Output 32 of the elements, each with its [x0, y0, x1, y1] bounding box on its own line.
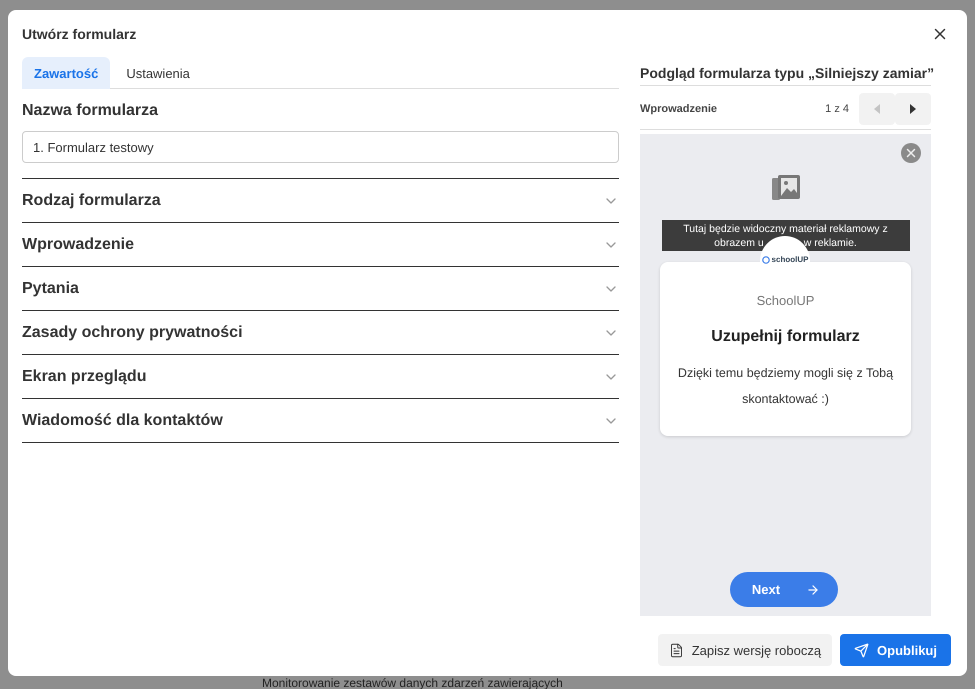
form-heading: Uzupełnij formularz — [711, 328, 860, 346]
image-icon — [770, 174, 800, 202]
next-step-button[interactable] — [895, 92, 931, 124]
form-description: Dzięki temu będziemy mogli się z Tobą skontaktować :) — [676, 365, 894, 408]
left-triangle-icon — [873, 104, 881, 114]
step-name: Wprowadzenie — [640, 102, 718, 114]
accordion-header[interactable]: Ekran przeglądu — [22, 354, 619, 398]
logo-text: schoolUP — [772, 255, 808, 264]
paper-plane-icon — [854, 642, 870, 658]
save-draft-button[interactable]: Zapisz wersję roboczą — [658, 634, 832, 666]
banner-text: Tutaj będzie widoczny materiał reklamowy z — [683, 222, 888, 236]
brand-name: SchoolUP — [756, 293, 814, 308]
tab[interactable]: Zawartość — [22, 57, 110, 89]
step-counter: 1 z 4 — [825, 102, 849, 114]
right-triangle-icon — [909, 104, 917, 114]
close-icon — [901, 143, 921, 163]
dialog-title: Utwórz formularz — [22, 26, 136, 42]
publish-button[interactable]: Opublikuj — [840, 634, 951, 666]
accordion-header[interactable]: Zasady ochrony prywatności — [22, 310, 619, 354]
logo-icon — [762, 256, 770, 264]
input-field[interactable]: 1. Formularz testowy — [22, 131, 619, 163]
document-icon — [668, 642, 684, 658]
tab[interactable]: Ustawienia — [114, 57, 202, 89]
accordion-header[interactable]: Pytania — [22, 266, 619, 310]
banner-text: obrazem u — [714, 236, 764, 250]
accordion-header[interactable]: Rodzaj formularza — [22, 178, 619, 222]
banner-text: w reklamie. — [804, 236, 857, 250]
accordion-header[interactable]: Wprowadzenie — [22, 222, 619, 266]
accordion-header[interactable]: Wiadomość dla kontaktów — [22, 398, 619, 442]
field-label: Nazwa formularza — [22, 102, 160, 120]
preview-title: Podgląd formularza typu „Silniejszy zamiar” — [640, 65, 931, 86]
next-button[interactable]: Next — [730, 572, 838, 607]
